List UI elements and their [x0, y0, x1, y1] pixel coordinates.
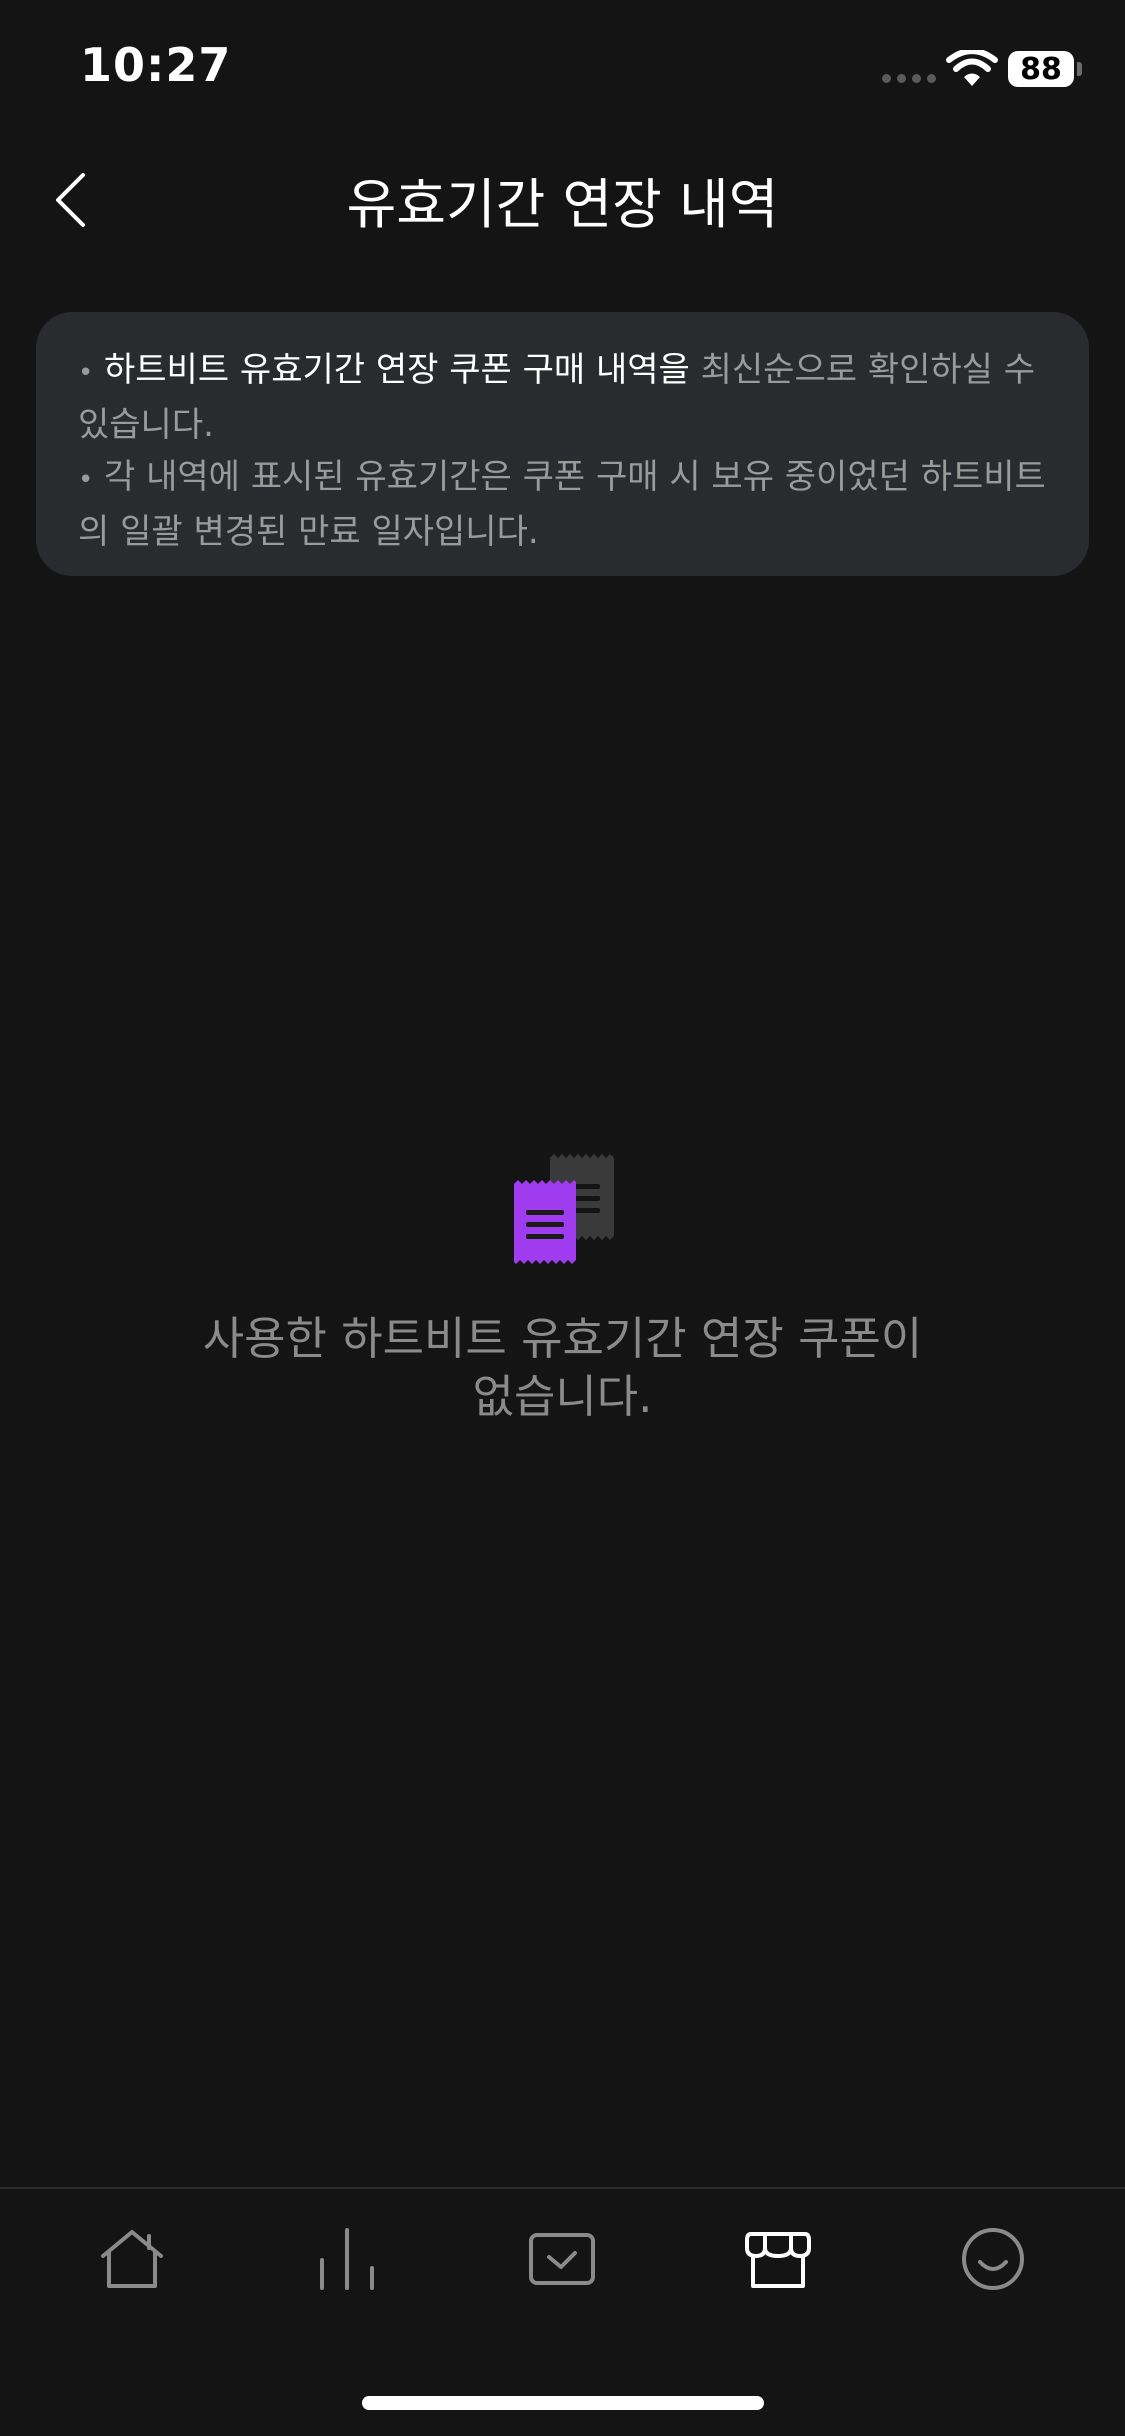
- info-line-2-text: 각 내역에 표시된 유효기간은 쿠폰 구매 시 보유 중이었던 하트비트의 일괄…: [78, 457, 1046, 552]
- header: 유효기간 연장 내역: [0, 140, 1125, 260]
- tab-bar: [0, 2189, 1125, 2329]
- tab-vote[interactable]: [502, 2199, 622, 2319]
- tab-my[interactable]: [933, 2199, 1053, 2319]
- info-line-2: • 각 내역에 표시된 유효기간은 쿠폰 구매 시 보유 중이었던 하트비트의 일…: [78, 451, 1049, 558]
- page-title: 유효기간 연장 내역: [346, 173, 779, 236]
- coupon-receipt-icon: [514, 1154, 614, 1264]
- tab-store[interactable]: [718, 2199, 838, 2319]
- empty-state-message: 사용한 하트비트 유효기간 연장 쿠폰이 없습니다.: [0, 1310, 1125, 1426]
- info-line-1: • 하트비트 유효기간 연장 쿠폰 구매 내역을 최신순으로 확인하실 수 있습니…: [78, 344, 1049, 451]
- battery-level: 88: [1008, 51, 1074, 87]
- bullet-icon: •: [78, 465, 94, 495]
- battery-cap: [1077, 62, 1082, 76]
- info-line-1-highlight: 하트비트 유효기간 연장 쿠폰 구매 내역을: [104, 350, 690, 390]
- status-bar: 10:27 88: [0, 0, 1125, 140]
- home-indicator: [362, 2396, 764, 2410]
- bullet-icon: •: [78, 358, 94, 388]
- store-icon: [744, 2232, 811, 2288]
- empty-state-line-1: 사용한 하트비트 유효기간 연장 쿠폰이: [202, 1312, 923, 1365]
- info-card: • 하트비트 유효기간 연장 쿠폰 구매 내역을 최신순으로 확인하실 수 있습니…: [36, 312, 1089, 576]
- chart-icon: [320, 2228, 375, 2290]
- status-time: 10:27: [80, 38, 232, 92]
- vote-box-icon: [529, 2233, 596, 2285]
- wifi-icon: [946, 50, 998, 86]
- cellular-signal-icon: [882, 74, 936, 83]
- tab-chart[interactable]: [287, 2199, 407, 2319]
- tab-home[interactable]: [72, 2199, 192, 2319]
- smile-icon: [962, 2228, 1025, 2290]
- home-icon: [100, 2230, 163, 2288]
- empty-state-line-2: 없습니다.: [472, 1370, 653, 1423]
